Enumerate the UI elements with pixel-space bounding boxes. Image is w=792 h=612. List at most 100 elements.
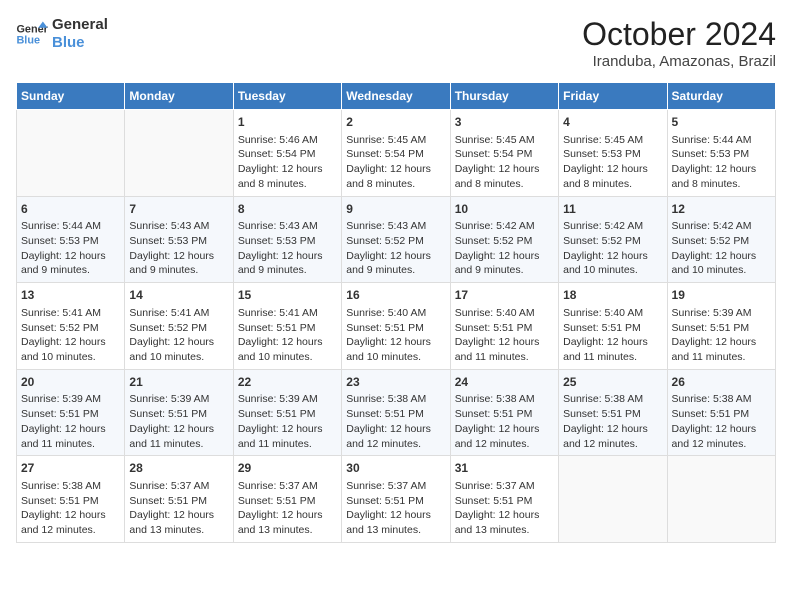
logo-icon: General Blue	[16, 20, 48, 48]
day-info: Sunrise: 5:38 AM Sunset: 5:51 PM Dayligh…	[672, 392, 771, 451]
calendar-cell: 13 Sunrise: 5:41 AM Sunset: 5:52 PM Dayli…	[17, 283, 125, 370]
day-info: Sunrise: 5:41 AM Sunset: 5:51 PM Dayligh…	[238, 306, 337, 365]
day-info: Sunrise: 5:40 AM Sunset: 5:51 PM Dayligh…	[455, 306, 554, 365]
day-info: Sunrise: 5:45 AM Sunset: 5:54 PM Dayligh…	[346, 133, 445, 192]
day-info: Sunrise: 5:41 AM Sunset: 5:52 PM Dayligh…	[21, 306, 120, 365]
day-number: 6	[21, 201, 120, 218]
calendar-cell: 22Sunrise: 5:39 AM Sunset: 5:51 PM Dayli…	[233, 369, 341, 456]
day-info: Sunrise: 5:42 AM Sunset: 5:52 PM Dayligh…	[672, 219, 771, 278]
day-number: 27	[21, 460, 120, 477]
day-number: 14	[129, 287, 228, 304]
day-info: Sunrise: 5:43 AM Sunset: 5:53 PM Dayligh…	[129, 219, 228, 278]
calendar-header: SundayMondayTuesdayWednesdayThursdayFrid…	[17, 83, 776, 110]
calendar-cell	[125, 110, 233, 197]
day-info: Sunrise: 5:45 AM Sunset: 5:54 PM Dayligh…	[455, 133, 554, 192]
calendar-cell: 29 Sunrise: 5:37 AM Sunset: 5:51 PM Dayli…	[233, 456, 341, 543]
weekday-header: Saturday	[667, 83, 775, 110]
calendar-cell: 6Sunrise: 5:44 AM Sunset: 5:53 PM Daylig…	[17, 196, 125, 283]
day-number: 22	[238, 374, 337, 391]
calendar-cell: 26Sunrise: 5:38 AM Sunset: 5:51 PM Dayli…	[667, 369, 775, 456]
svg-text:Blue: Blue	[16, 34, 40, 46]
day-number: 4	[563, 114, 662, 131]
calendar-cell: 12Sunrise: 5:42 AM Sunset: 5:52 PM Dayli…	[667, 196, 775, 283]
day-number: 17	[455, 287, 554, 304]
day-number: 28	[129, 460, 228, 477]
calendar-cell: 7Sunrise: 5:43 AM Sunset: 5:53 PM Daylig…	[125, 196, 233, 283]
calendar-cell: 2Sunrise: 5:45 AM Sunset: 5:54 PM Daylig…	[342, 110, 450, 197]
day-number: 19	[672, 287, 771, 304]
day-info: Sunrise: 5:37 AM Sunset: 5:51 PM Dayligh…	[455, 479, 554, 538]
page-header: General Blue General Blue October 2024 I…	[16, 16, 776, 70]
calendar-cell: 11Sunrise: 5:42 AM Sunset: 5:52 PM Dayli…	[559, 196, 667, 283]
calendar-cell: 23Sunrise: 5:38 AM Sunset: 5:51 PM Dayli…	[342, 369, 450, 456]
day-info: Sunrise: 5:38 AM Sunset: 5:51 PM Dayligh…	[346, 392, 445, 451]
month-title: October 2024	[582, 16, 776, 53]
calendar-cell	[667, 456, 775, 543]
day-number: 21	[129, 374, 228, 391]
day-info: Sunrise: 5:37 AM Sunset: 5:51 PM Dayligh…	[238, 479, 337, 538]
day-number: 30	[346, 460, 445, 477]
calendar-cell: 24Sunrise: 5:38 AM Sunset: 5:51 PM Dayli…	[450, 369, 558, 456]
calendar-week-row: 27 Sunrise: 5:38 AM Sunset: 5:51 PM Dayli…	[17, 456, 776, 543]
weekday-header: Tuesday	[233, 83, 341, 110]
calendar-cell: 1 Sunrise: 5:46 AM Sunset: 5:54 PM Daylig…	[233, 110, 341, 197]
day-number: 9	[346, 201, 445, 218]
logo-text-blue: Blue	[52, 34, 108, 52]
day-info: Sunrise: 5:45 AM Sunset: 5:53 PM Dayligh…	[563, 133, 662, 192]
day-number: 5	[672, 114, 771, 131]
day-number: 12	[672, 201, 771, 218]
day-number: 18	[563, 287, 662, 304]
day-info: Sunrise: 5:44 AM Sunset: 5:53 PM Dayligh…	[21, 219, 120, 278]
day-number: 31	[455, 460, 554, 477]
day-info: Sunrise: 5:37 AM Sunset: 5:51 PM Dayligh…	[346, 479, 445, 538]
calendar-cell: 20Sunrise: 5:39 AM Sunset: 5:51 PM Dayli…	[17, 369, 125, 456]
day-number: 13	[21, 287, 120, 304]
day-number: 3	[455, 114, 554, 131]
calendar-cell: 10Sunrise: 5:42 AM Sunset: 5:52 PM Dayli…	[450, 196, 558, 283]
day-number: 1	[238, 114, 337, 131]
weekday-header: Wednesday	[342, 83, 450, 110]
day-info: Sunrise: 5:39 AM Sunset: 5:51 PM Dayligh…	[238, 392, 337, 451]
day-number: 29	[238, 460, 337, 477]
day-info: Sunrise: 5:39 AM Sunset: 5:51 PM Dayligh…	[21, 392, 120, 451]
calendar-cell: 5 Sunrise: 5:44 AM Sunset: 5:53 PM Daylig…	[667, 110, 775, 197]
day-info: Sunrise: 5:43 AM Sunset: 5:52 PM Dayligh…	[346, 219, 445, 278]
calendar-cell	[559, 456, 667, 543]
weekday-header: Monday	[125, 83, 233, 110]
calendar-cell: 3 Sunrise: 5:45 AM Sunset: 5:54 PM Daylig…	[450, 110, 558, 197]
calendar-cell: 28 Sunrise: 5:37 AM Sunset: 5:51 PM Dayli…	[125, 456, 233, 543]
calendar-cell: 18 Sunrise: 5:40 AM Sunset: 5:51 PM Dayli…	[559, 283, 667, 370]
calendar-cell: 25Sunrise: 5:38 AM Sunset: 5:51 PM Dayli…	[559, 369, 667, 456]
day-info: Sunrise: 5:38 AM Sunset: 5:51 PM Dayligh…	[21, 479, 120, 538]
calendar-week-row: 13 Sunrise: 5:41 AM Sunset: 5:52 PM Dayli…	[17, 283, 776, 370]
calendar-week-row: 20Sunrise: 5:39 AM Sunset: 5:51 PM Dayli…	[17, 369, 776, 456]
day-number: 10	[455, 201, 554, 218]
day-number: 8	[238, 201, 337, 218]
calendar-cell	[17, 110, 125, 197]
day-info: Sunrise: 5:46 AM Sunset: 5:54 PM Dayligh…	[238, 133, 337, 192]
calendar-cell: 9Sunrise: 5:43 AM Sunset: 5:52 PM Daylig…	[342, 196, 450, 283]
calendar-cell: 16Sunrise: 5:40 AM Sunset: 5:51 PM Dayli…	[342, 283, 450, 370]
day-number: 7	[129, 201, 228, 218]
day-number: 20	[21, 374, 120, 391]
day-info: Sunrise: 5:40 AM Sunset: 5:51 PM Dayligh…	[563, 306, 662, 365]
day-info: Sunrise: 5:37 AM Sunset: 5:51 PM Dayligh…	[129, 479, 228, 538]
weekday-header: Sunday	[17, 83, 125, 110]
calendar-cell: 14Sunrise: 5:41 AM Sunset: 5:52 PM Dayli…	[125, 283, 233, 370]
day-number: 15	[238, 287, 337, 304]
day-number: 23	[346, 374, 445, 391]
calendar-cell: 21Sunrise: 5:39 AM Sunset: 5:51 PM Dayli…	[125, 369, 233, 456]
logo: General Blue General Blue	[16, 16, 108, 52]
calendar-cell: 30 Sunrise: 5:37 AM Sunset: 5:51 PM Dayli…	[342, 456, 450, 543]
day-number: 16	[346, 287, 445, 304]
calendar-cell: 15 Sunrise: 5:41 AM Sunset: 5:51 PM Dayli…	[233, 283, 341, 370]
calendar-table: SundayMondayTuesdayWednesdayThursdayFrid…	[16, 82, 776, 543]
weekday-header: Thursday	[450, 83, 558, 110]
day-number: 26	[672, 374, 771, 391]
day-number: 25	[563, 374, 662, 391]
day-info: Sunrise: 5:39 AM Sunset: 5:51 PM Dayligh…	[672, 306, 771, 365]
day-info: Sunrise: 5:42 AM Sunset: 5:52 PM Dayligh…	[563, 219, 662, 278]
title-block: October 2024 Iranduba, Amazonas, Brazil	[582, 16, 776, 70]
day-info: Sunrise: 5:44 AM Sunset: 5:53 PM Dayligh…	[672, 133, 771, 192]
calendar-cell: 17 Sunrise: 5:40 AM Sunset: 5:51 PM Dayli…	[450, 283, 558, 370]
